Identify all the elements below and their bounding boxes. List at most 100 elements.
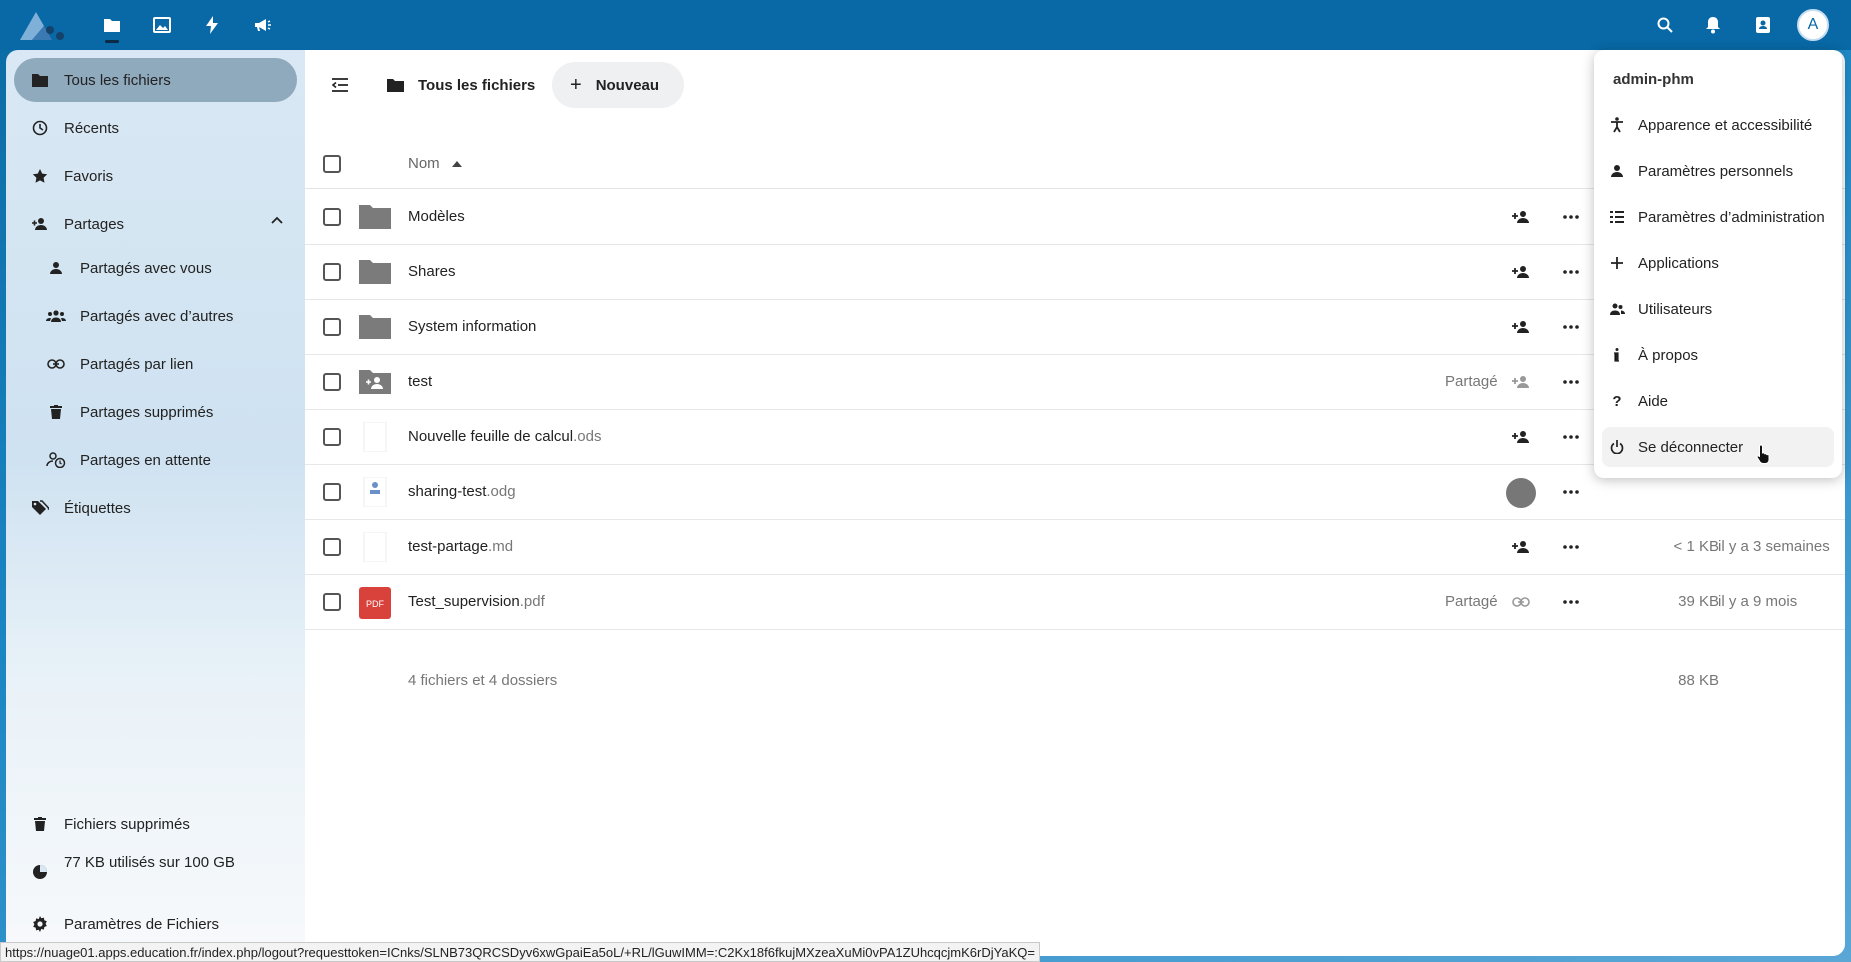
file-name[interactable]: test [408,373,432,390]
menu-item-appearance[interactable]: Apparence et accessibilité [1602,105,1834,145]
row-checkbox[interactable] [323,538,341,556]
menu-username: admin-phm [1613,71,1694,88]
menu-item-label: Applications [1638,254,1719,272]
menu-item-help[interactable]: ? Aide [1602,381,1834,421]
share-add-icon[interactable] [1508,534,1534,560]
share-add-icon[interactable] [1508,369,1534,395]
link-icon[interactable] [1508,589,1534,615]
more-actions-icon[interactable] [1558,479,1584,505]
admin-list-icon [1609,209,1625,225]
file-size: < 1 KB [1673,538,1719,555]
sidebar-item-label: Étiquettes [64,499,131,517]
file-name[interactable]: System information [408,318,536,335]
browser-status-url: https://nuage01.apps.education.fr/index.… [0,942,1040,962]
sidebar-item-shares[interactable]: Partages [14,202,297,246]
menu-item-users[interactable]: Utilisateurs [1602,289,1834,329]
files-app-icon[interactable] [99,12,125,43]
file-name[interactable]: sharing-test.odg [408,483,516,500]
share-add-icon[interactable] [1508,424,1534,450]
tag-icon [30,498,50,518]
total-size: 88 KB [1678,672,1719,689]
file-list-summary: 4 fichiers et 4 dossiers 88 KB [305,662,1845,702]
new-button-label: Nouveau [595,76,660,94]
more-actions-icon[interactable] [1558,589,1584,615]
share-add-icon[interactable] [1508,314,1534,340]
breadcrumb-label: Tous les fichiers [418,76,536,94]
menu-item-logout[interactable]: Se déconnecter [1602,427,1834,467]
row-checkbox[interactable] [323,593,341,611]
menu-item-about[interactable]: À propos [1602,335,1834,375]
file-name[interactable]: Shares [408,263,456,280]
shared-label[interactable]: Partagé [1445,373,1498,390]
shared-label[interactable]: Partagé [1445,593,1498,610]
row-checkbox[interactable] [323,373,341,391]
row-checkbox[interactable] [323,263,341,281]
menu-item-admin-settings[interactable]: Paramètres d’administration [1602,197,1834,237]
menu-item-label: À propos [1638,346,1699,364]
more-actions-icon[interactable] [1558,204,1584,230]
sidebar-item-all-files[interactable]: Tous les fichiers [14,58,297,102]
file-name[interactable]: Modèles [408,208,465,225]
search-icon[interactable] [1652,12,1678,38]
row-checkbox[interactable] [323,318,341,336]
menu-item-label: Apparence et accessibilité [1638,116,1813,134]
file-name[interactable]: Nouvelle feuille de calcul.ods [408,428,601,445]
nextcloud-logo-icon[interactable] [18,8,68,42]
more-actions-icon[interactable] [1558,534,1584,560]
sidebar-item-label: Favoris [64,167,114,185]
sidebar-item-pending-shares[interactable]: Partages en attente [30,438,297,482]
sort-by-name-header[interactable]: Nom [408,155,462,172]
menu-item-personal-settings[interactable]: Paramètres personnels [1602,151,1834,191]
file-modified-date: il y a 3 semaines [1718,538,1830,555]
sidebar-item-favorites[interactable]: Favoris [14,154,297,198]
user-avatar-button[interactable]: A [1797,9,1829,41]
contacts-icon[interactable] [1750,12,1776,38]
breadcrumb-all-files[interactable]: Tous les fichiers [387,68,535,102]
row-checkbox[interactable] [323,428,341,446]
column-name-label: Nom [408,155,440,172]
star-icon [30,166,50,186]
file-row[interactable]: PDF Test_supervision.pdf Partagé 39 KB i… [305,575,1845,630]
drawing-file-icon [358,477,392,507]
sidebar-files-settings[interactable]: Paramètres de Fichiers [14,904,297,944]
file-name[interactable]: Test_supervision.pdf [408,593,545,610]
menu-item-label: Aide [1638,392,1669,410]
plus-icon: + [570,73,582,96]
menu-item-label: Paramètres personnels [1638,162,1794,180]
announcements-app-icon[interactable] [249,12,275,38]
sidebar-item-label: Récents [64,119,120,137]
more-actions-icon[interactable] [1558,314,1584,340]
more-actions-icon[interactable] [1558,424,1584,450]
menu-item-applications[interactable]: Applications [1602,243,1834,283]
more-actions-icon[interactable] [1558,259,1584,285]
sidebar-item-shared-with-you[interactable]: Partagés avec vous [30,246,297,290]
new-button[interactable]: + Nouveau [552,62,684,108]
file-row[interactable]: test-partage.md < 1 KB il y a 3 semaines [305,520,1845,575]
activity-app-icon[interactable] [199,12,225,38]
sidebar-item-shared-with-others[interactable]: Partagés avec d’autres [30,294,297,338]
file-name[interactable]: test-partage.md [408,538,513,555]
sidebar-item-recent[interactable]: Récents [14,106,297,150]
sidebar-deleted-files[interactable]: Fichiers supprimés [14,804,297,844]
more-actions-icon[interactable] [1558,369,1584,395]
share-add-icon[interactable] [1508,259,1534,285]
menu-item-label: Se déconnecter [1638,438,1744,456]
sidebar-quota[interactable]: 77 KB utilisés sur 100 GB [14,850,297,900]
notifications-bell-icon[interactable] [1700,12,1726,38]
accessibility-icon [1609,117,1625,133]
row-checkbox[interactable] [323,483,341,501]
pie-chart-icon [30,862,50,882]
row-checkbox[interactable] [323,208,341,226]
sidebar-item-shared-by-link[interactable]: Partagés par lien [30,342,297,386]
share-owner-avatar[interactable] [1505,477,1537,509]
shared-folder-icon [358,367,392,397]
select-all-checkbox[interactable] [323,155,341,173]
photos-app-icon[interactable] [149,12,175,38]
sidebar-item-label: Tous les fichiers [64,71,171,89]
sidebar-item-deleted-shares[interactable]: Partages supprimés [30,390,297,434]
sidebar-item-tags[interactable]: Étiquettes [14,486,297,530]
user-menu-dropdown: admin-phm Apparence et accessibilité Par… [1594,50,1842,478]
share-add-icon[interactable] [1508,204,1534,230]
toggle-navigation-icon[interactable] [323,68,357,102]
chevron-up-icon[interactable] [271,216,283,224]
